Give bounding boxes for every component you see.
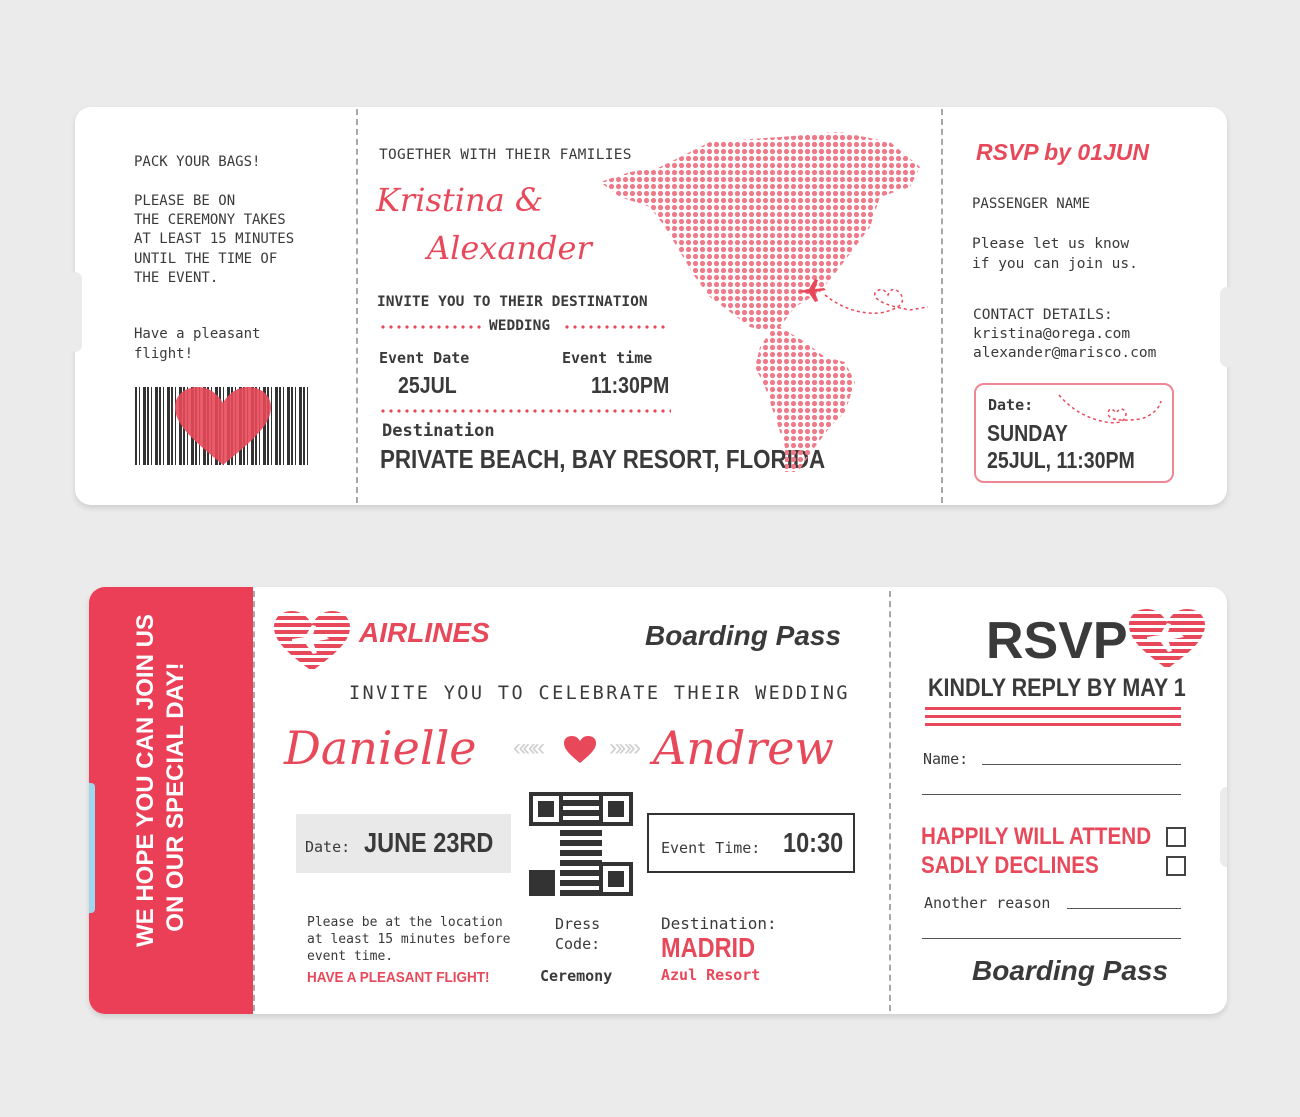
chevrons-right-icon: »»» bbox=[609, 734, 641, 761]
reason-input-line-2[interactable] bbox=[922, 938, 1181, 939]
red-rule-3 bbox=[925, 723, 1181, 726]
couple-name-1: Kristina & bbox=[376, 181, 544, 219]
destination-label: Destination bbox=[382, 421, 495, 441]
airline-heart-logo bbox=[274, 611, 350, 671]
ticket-danielle-andrew: WE HOPE YOU CAN JOIN US ON OUR SPECIAL D… bbox=[89, 587, 1227, 1014]
decline-option: SADLY DECLINES bbox=[921, 852, 1099, 879]
passenger-name-label: PASSENGER NAME bbox=[972, 196, 1091, 212]
ticket-notch-right bbox=[1220, 287, 1234, 367]
event-time-label: Event Time: bbox=[661, 839, 761, 857]
dress-code-value: Ceremony bbox=[540, 967, 613, 985]
rsvp-boarding-pass: Boarding Pass bbox=[972, 955, 1169, 986]
ceremony-note: PLEASE BE ON THE CEREMONY TAKES AT LEAST… bbox=[134, 193, 295, 286]
event-date-label: Event Date bbox=[379, 349, 470, 367]
side-stub: WE HOPE YOU CAN JOIN US ON OUR SPECIAL D… bbox=[89, 587, 253, 1014]
wedding-text: WEDDING bbox=[489, 318, 551, 334]
red-rule-2 bbox=[925, 715, 1181, 718]
pleasant-flight-text: HAVE A PLEASANT FLIGHT! bbox=[307, 969, 490, 986]
bride-name: Danielle bbox=[284, 721, 477, 775]
please-let-us-know: Please let us know if you can join us. bbox=[972, 236, 1138, 272]
attend-checkbox[interactable] bbox=[1166, 827, 1186, 847]
qr-code bbox=[529, 792, 633, 896]
perforation-rsvp bbox=[889, 591, 891, 1011]
qr-corner-tr bbox=[599, 792, 633, 826]
side-text-line-1: WE HOPE YOU CAN JOIN US bbox=[132, 614, 159, 947]
name-label: Name: bbox=[923, 750, 969, 768]
ticket-kristina-alexander: PACK YOUR BAGS! PLEASE BE ON THE CEREMON… bbox=[68, 107, 1234, 505]
event-time-value: 10:30 bbox=[783, 827, 844, 858]
name-input-line[interactable] bbox=[982, 764, 1181, 765]
barcode bbox=[135, 387, 310, 465]
rsvp-by-text: RSVP by 01JUN bbox=[976, 139, 1149, 165]
rsvp-title: RSVP bbox=[986, 612, 1128, 670]
another-reason-label: Another reason bbox=[924, 894, 1051, 912]
boarding-pass-title: Boarding Pass bbox=[645, 620, 842, 651]
decline-checkbox[interactable] bbox=[1166, 856, 1186, 876]
side-stub-edge bbox=[89, 783, 95, 913]
couple-name-2: Alexander bbox=[427, 229, 592, 267]
reply-by-text: KINDLY REPLY BY MAY 1 bbox=[928, 674, 1186, 702]
perforation-side bbox=[253, 591, 255, 1011]
contact-details-label: CONTACT DETAILS: bbox=[973, 307, 1113, 323]
chevrons-left-icon: ««« bbox=[513, 734, 545, 761]
date-box: Date: JUNE 23RD bbox=[296, 814, 511, 873]
qr-corner-bl bbox=[529, 870, 555, 896]
pleasant-flight-text: Have a pleasant flight! bbox=[134, 326, 261, 362]
date-label: Date: bbox=[305, 838, 351, 856]
date-value: JUNE 23RD bbox=[364, 827, 494, 858]
event-time-box: Event Time: 10:30 bbox=[647, 813, 855, 873]
date-box: Date: SUNDAY 25JUL, 11:30PM bbox=[974, 383, 1174, 483]
email-kristina[interactable]: kristina@orega.com bbox=[973, 326, 1130, 342]
ticket-notch-left bbox=[68, 272, 82, 352]
resort-name: Azul Resort bbox=[661, 966, 761, 984]
airlines-title: AIRLINES bbox=[359, 617, 490, 648]
arrival-note: Please be at the location at least 15 mi… bbox=[307, 915, 511, 964]
name-input-line-2[interactable] bbox=[922, 794, 1181, 795]
destination-value: MADRID bbox=[661, 932, 756, 963]
qr-corner-tl bbox=[529, 792, 563, 826]
red-rule-1 bbox=[925, 707, 1181, 710]
rsvp-heart-logo bbox=[1129, 609, 1205, 669]
perforation-right bbox=[941, 109, 943, 503]
side-text-line-2: ON OUR SPECIAL DAY! bbox=[162, 662, 189, 932]
qr-corner-br bbox=[599, 862, 633, 896]
date-label: Date: bbox=[988, 396, 1034, 414]
destination-label: Destination: bbox=[661, 914, 777, 933]
date-value: 25JUL, 11:30PM bbox=[987, 447, 1135, 473]
groom-name: Andrew bbox=[653, 721, 834, 775]
reason-input-line[interactable] bbox=[1067, 908, 1181, 909]
heart-path-icon bbox=[1058, 394, 1162, 424]
event-date-value: 25JUL bbox=[398, 372, 457, 398]
email-alexander[interactable]: alexander@marisco.com bbox=[973, 345, 1156, 361]
flight-path-heart bbox=[824, 288, 929, 314]
attend-option: HAPPILY WILL ATTEND bbox=[921, 823, 1152, 850]
heart-icon bbox=[175, 387, 271, 465]
dotted-divider-left bbox=[379, 325, 483, 329]
ticket-notch-right bbox=[1220, 787, 1227, 867]
pack-bags-text: PACK YOUR BAGS! bbox=[134, 154, 261, 170]
dress-code-label: Dress Code: bbox=[555, 915, 601, 953]
heart-icon bbox=[564, 736, 596, 763]
side-text-block: WE HOPE YOU CAN JOIN US ON OUR SPECIAL D… bbox=[131, 614, 211, 947]
celebrate-invite-text: INVITE YOU TO CELEBRATE THEIR WEDDING bbox=[349, 683, 850, 704]
perforation-left bbox=[356, 109, 358, 503]
